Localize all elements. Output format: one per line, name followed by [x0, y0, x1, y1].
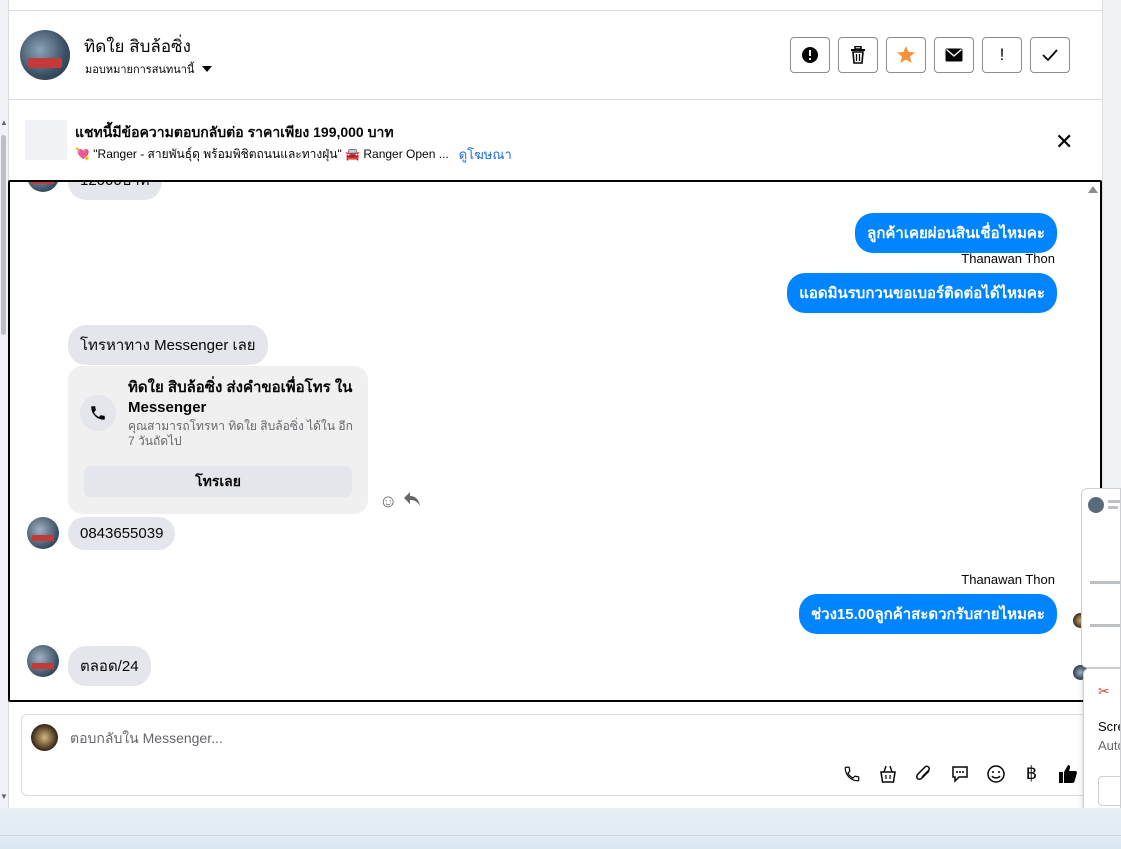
preview-line — [1090, 624, 1120, 627]
avatar[interactable] — [27, 517, 59, 549]
call-now-button[interactable]: โทรเลย — [84, 466, 352, 497]
incoming-message[interactable]: 12000บาท — [68, 182, 162, 200]
assign-label: มอบหมายการสนทนานี้ — [85, 64, 195, 76]
alert-circle-icon — [802, 47, 818, 63]
incoming-message[interactable]: 0843655039 — [68, 517, 176, 550]
ad-banner: แชทนี้มีข้อความตอบกลับต่อ ราคาเพียง 199,… — [9, 101, 1102, 179]
follow-up-button[interactable]: ! — [982, 37, 1022, 73]
mail-icon — [945, 48, 963, 62]
avatar — [31, 724, 58, 751]
call-card-title: ทิดใย สิบล้อซิ่ง ส่งคำขอเพื่อโทร ใน Mess… — [128, 379, 353, 416]
preview-line — [1108, 500, 1120, 503]
delete-button[interactable] — [838, 37, 878, 73]
app-window: ▲ ▼ ทิดใย สิบล้อซิ่ง มอบหมายการสนทนานี้ — [0, 0, 1121, 849]
sender-name: Thanawan Thon — [961, 572, 1055, 587]
mark-unread-button[interactable] — [934, 37, 974, 73]
taskbar — [0, 808, 1121, 849]
incoming-message[interactable]: โทรหาทาง Messenger เลย — [68, 325, 268, 365]
avatar[interactable] — [27, 645, 59, 677]
phone-icon[interactable] — [840, 762, 863, 785]
conversation-panel: ทิดใย สิบล้อซิ่ง มอบหมายการสนทนานี้ ! แช… — [8, 0, 1102, 808]
chat-bubble-icon[interactable] — [948, 762, 971, 785]
call-card-description: คุณสามารถโทรหา ทิดใย สิบล้อซิ่ง ได้ใน อี… — [128, 419, 353, 448]
preview-line — [1108, 506, 1118, 509]
call-request-card: ทิดใย สิบล้อซิ่ง ส่งคำขอเพื่อโทร ใน Mess… — [68, 366, 368, 514]
scroll-up-arrow-icon[interactable]: ▲ — [0, 118, 8, 127]
star-icon — [897, 46, 915, 63]
star-button[interactable] — [886, 37, 926, 73]
composer-toolbar: ฿ — [840, 762, 1079, 785]
thumbs-up-icon[interactable] — [1056, 762, 1079, 785]
phone-icon — [80, 395, 116, 431]
ad-text: 💘 "Ranger - สายพันธุ์ดุ พร้อมพิชิตถนนและ… — [75, 147, 449, 161]
check-icon — [1042, 49, 1058, 61]
close-icon[interactable]: ✕ — [1055, 129, 1073, 155]
toast-subtitle: Automatically saved — [1098, 738, 1120, 753]
snipping-tool-icon: ✂ — [1098, 683, 1110, 699]
shopping-bag-icon[interactable] — [876, 762, 899, 785]
sender-name: Thanawan Thon — [961, 251, 1055, 266]
exclamation-icon: ! — [999, 45, 1005, 64]
screenshot-toast[interactable]: ✂ Screenshot Automatically saved — [1083, 668, 1121, 821]
message-actions: ☺ — [379, 491, 421, 512]
outgoing-message[interactable]: ช่วง15.00ลูกค้าสะดวกรับสายไหมคะ — [798, 594, 1057, 634]
ad-description: 💘 "Ranger - สายพันธุ์ดุ พร้อมพิชิตถนนและ… — [75, 144, 512, 165]
toast-button[interactable] — [1098, 776, 1120, 806]
avatar[interactable] — [27, 182, 59, 192]
reply-icon[interactable] — [403, 491, 421, 512]
ad-thumbnail — [25, 120, 67, 160]
avatar[interactable] — [20, 30, 70, 80]
outgoing-message[interactable]: แอดมินรบกวนขอเบอร์ติดต่อได้ไหมคะ — [787, 273, 1057, 313]
scrollbar-thumb[interactable] — [1, 135, 6, 335]
avatar — [1088, 497, 1104, 513]
smiley-icon[interactable]: ☺ — [379, 491, 397, 512]
toast-title: Screenshot — [1098, 719, 1120, 734]
assign-conversation-dropdown[interactable]: มอบหมายการสนทนานี้ — [85, 60, 213, 78]
baht-icon[interactable]: ฿ — [1020, 762, 1043, 785]
spam-button[interactable] — [790, 37, 830, 73]
paperclip-icon[interactable] — [912, 762, 935, 785]
message-thread[interactable]: 12000บาท ลูกค้าเคยผ่อนสินเชื่อไหมคะ Than… — [8, 180, 1102, 702]
reply-input[interactable] — [70, 730, 770, 746]
trash-icon — [851, 46, 865, 64]
mark-done-button[interactable] — [1030, 37, 1070, 73]
conversation-header: ทิดใย สิบล้อซิ่ง มอบหมายการสนทนานี้ ! — [9, 11, 1102, 100]
contact-name[interactable]: ทิดใย สิบล้อซิ่ง — [84, 33, 191, 60]
scroll-down-arrow-icon[interactable]: ▼ — [0, 792, 8, 801]
chat-preview-widget[interactable] — [1081, 488, 1121, 668]
view-ad-link[interactable]: ดูโฆษณา — [459, 144, 512, 165]
outgoing-message[interactable]: ลูกค้าเคยผ่อนสินเชื่อไหมคะ — [855, 213, 1057, 253]
header-actions: ! — [790, 37, 1070, 73]
emoji-icon[interactable] — [984, 762, 1007, 785]
ad-title: แชทนี้มีข้อความตอบกลับต่อ ราคาเพียง 199,… — [75, 124, 394, 140]
preview-line — [1090, 581, 1120, 584]
thread-scroll-up-icon[interactable] — [1088, 186, 1098, 193]
caret-down-icon — [202, 66, 213, 72]
incoming-message[interactable]: ตลอด/24 — [68, 646, 151, 686]
divider — [0, 835, 1121, 836]
message-composer: ฿ — [21, 714, 1093, 796]
